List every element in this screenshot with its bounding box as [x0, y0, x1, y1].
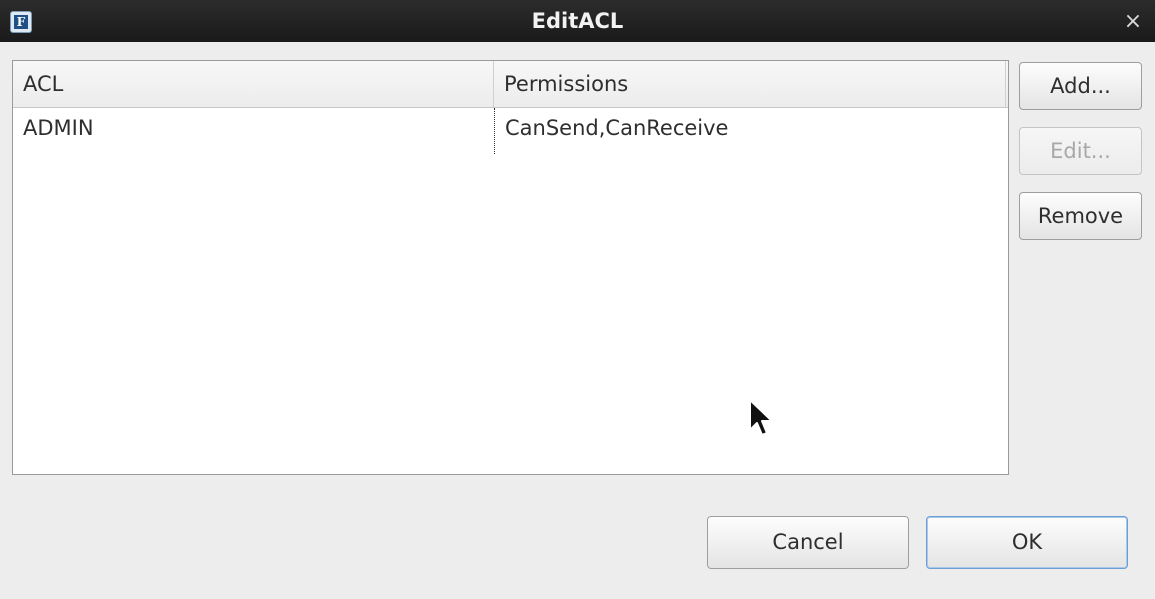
column-header-permissions[interactable]: Permissions	[494, 61, 1006, 107]
mouse-pointer-icon	[749, 399, 773, 436]
column-header-acl[interactable]: ACL	[13, 61, 494, 107]
table-header: ACL Permissions	[13, 61, 1008, 108]
cancel-button[interactable]: Cancel	[707, 516, 909, 569]
remove-button[interactable]: Remove	[1019, 192, 1142, 240]
cell-acl: ADMIN	[23, 116, 94, 140]
ok-button[interactable]: OK	[926, 516, 1128, 569]
window-title: EditACL	[531, 9, 624, 33]
close-icon[interactable]: ×	[1121, 10, 1145, 34]
add-button[interactable]: Add...	[1019, 62, 1142, 110]
edit-button[interactable]: Edit...	[1019, 127, 1142, 175]
table-row[interactable]: ADMIN CanSend,CanReceive	[13, 108, 1008, 154]
acl-table[interactable]: ACL Permissions ADMIN CanSend,CanReceive	[12, 60, 1009, 475]
edit-acl-dialog: F EditACL × ACL Permissions ADMIN CanSen…	[0, 0, 1155, 599]
cell-permissions: CanSend,CanReceive	[494, 108, 1006, 154]
title-bar[interactable]: F EditACL ×	[0, 0, 1155, 42]
